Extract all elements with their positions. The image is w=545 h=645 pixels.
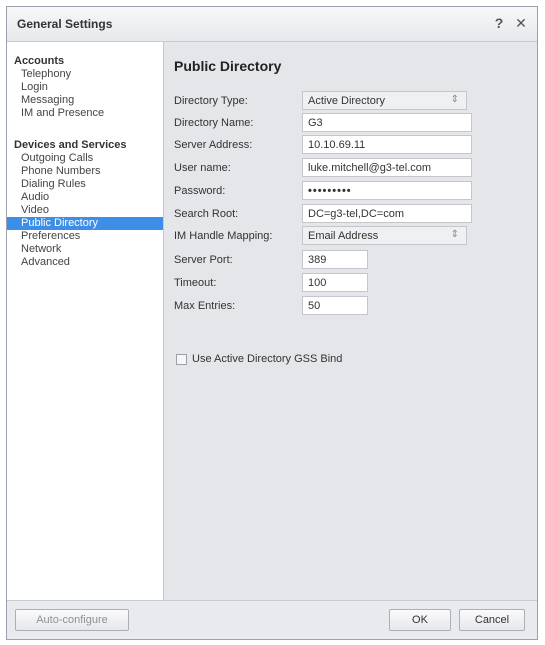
sidebar-item-messaging[interactable]: Messaging [7,94,163,107]
max-entries-label: Max Entries: [174,300,236,312]
user-name-field[interactable]: luke.mitchell@g3-tel.com [302,158,472,177]
sidebar-group-accounts: Accounts Telephony Login Messaging IM an… [7,54,163,120]
max-entries-field[interactable]: 50 [302,296,368,315]
directory-type-label: Directory Type: [174,95,248,107]
sidebar-heading-accounts: Accounts [14,55,65,67]
sidebar-item-public-directory[interactable]: Public Directory [7,217,163,230]
general-settings-dialog: General Settings ? ✕ Accounts Telephony … [6,6,538,640]
user-name-row: User name: luke.mitchell@g3-tel.com [174,158,534,178]
settings-content-panel: Public Directory Directory Type: Active … [164,42,537,601]
help-icon[interactable]: ? [491,14,507,32]
page-title: Public Directory [174,58,282,74]
sidebar-heading-devices: Devices and Services [14,139,127,151]
im-handle-mapping-label: IM Handle Mapping: [174,230,273,242]
im-handle-mapping-value: Email Address [308,230,379,242]
directory-name-label: Directory Name: [174,117,254,129]
sidebar-item-im-and-presence[interactable]: IM and Presence [7,107,163,120]
server-port-row: Server Port: 389 [174,250,534,270]
timeout-row: Timeout: 100 [174,273,534,293]
max-entries-row: Max Entries: 50 [174,296,534,316]
server-address-field[interactable]: 10.10.69.11 [302,135,472,154]
directory-type-row: Directory Type: Active Directory ⇕ [174,91,534,111]
timeout-field[interactable]: 100 [302,273,368,292]
directory-type-select[interactable]: Active Directory ⇕ [302,91,467,110]
password-label: Password: [174,185,226,197]
sidebar-item-dialing-rules[interactable]: Dialing Rules [7,178,163,191]
directory-name-row: Directory Name: G3 [174,113,534,133]
gss-bind-label[interactable]: Use Active Directory GSS Bind [192,353,342,365]
title-bar: General Settings ? ✕ [7,7,537,42]
sidebar-item-outgoing-calls[interactable]: Outgoing Calls [7,152,163,165]
timeout-label: Timeout: [174,277,217,289]
search-root-row: Search Root: DC=g3-tel,DC=com [174,204,534,224]
cancel-button[interactable]: Cancel [459,609,525,631]
server-address-label: Server Address: [174,139,253,151]
im-handle-mapping-select[interactable]: Email Address ⇕ [302,226,467,245]
server-address-row: Server Address: 10.10.69.11 [174,135,534,155]
sidebar-item-audio[interactable]: Audio [7,191,163,204]
settings-sidebar: Accounts Telephony Login Messaging IM an… [7,42,164,601]
auto-configure-button[interactable]: Auto-configure [15,609,129,631]
close-icon[interactable]: ✕ [513,14,529,32]
server-port-field[interactable]: 389 [302,250,368,269]
sidebar-item-video[interactable]: Video [7,204,163,217]
server-port-label: Server Port: [174,254,233,266]
sidebar-item-phone-numbers[interactable]: Phone Numbers [7,165,163,178]
user-name-label: User name: [174,162,231,174]
sidebar-item-telephony[interactable]: Telephony [7,68,163,81]
sidebar-group-devices: Devices and Services Outgoing Calls Phon… [7,138,163,269]
password-field[interactable]: ••••••••• [302,181,472,200]
search-root-label: Search Root: [174,208,239,220]
directory-name-field[interactable]: G3 [302,113,472,132]
password-row: Password: ••••••••• [174,181,534,201]
sidebar-item-network[interactable]: Network [7,243,163,256]
sidebar-item-login[interactable]: Login [7,81,163,94]
search-root-field[interactable]: DC=g3-tel,DC=com [302,204,472,223]
sidebar-item-advanced[interactable]: Advanced [7,256,163,269]
ok-button[interactable]: OK [389,609,451,631]
dialog-title: General Settings [17,17,113,31]
directory-type-value: Active Directory [308,95,386,107]
dialog-footer: Auto-configure OK Cancel [7,600,537,639]
im-handle-mapping-row: IM Handle Mapping: Email Address ⇕ [174,226,534,246]
chevron-updown-icon: ⇕ [450,229,459,240]
sidebar-item-preferences[interactable]: Preferences [7,230,163,243]
chevron-updown-icon: ⇕ [450,94,459,105]
gss-bind-checkbox[interactable] [176,354,187,365]
